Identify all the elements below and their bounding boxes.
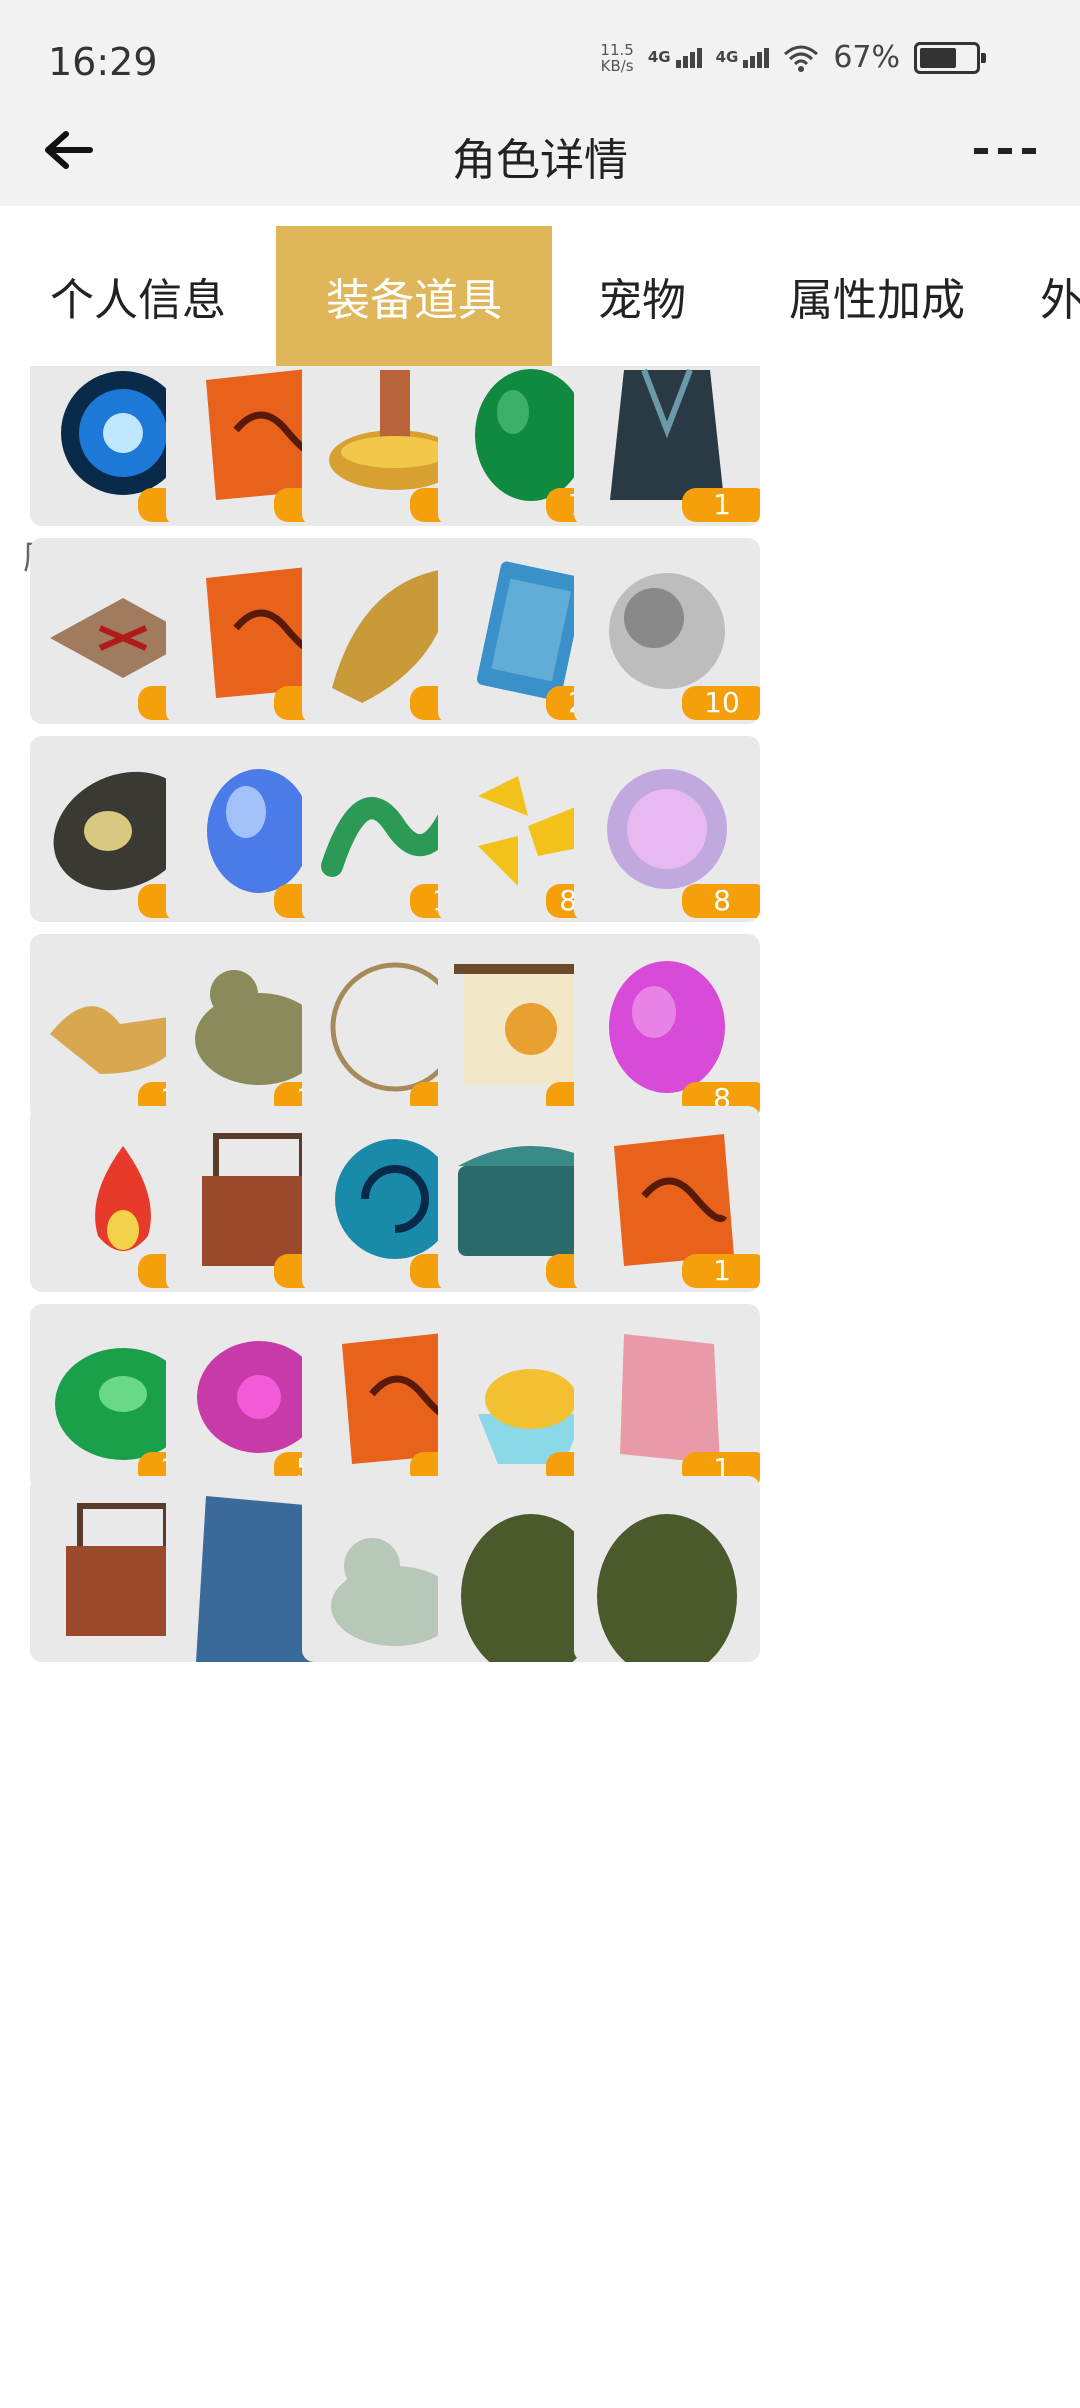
battery-icon — [914, 41, 986, 74]
tab-more[interactable]: 外 — [1040, 226, 1080, 366]
item-tile[interactable]: 8 — [574, 736, 760, 922]
item-grid: 1图谱·裂魂衣服1芸琪1阅历探索包1悬山顶式1小队 • 秘宝符2历练秘境传送门1… — [0, 366, 1080, 2408]
item-tile[interactable]: 10 — [574, 538, 760, 724]
battery-percent: 67% — [833, 40, 900, 75]
item-count-badge: 8 — [682, 884, 760, 918]
item-card[interactable] — [566, 1476, 766, 1662]
watermark: @妄想山海交易网 — [778, 2350, 1060, 2394]
watermark-logo-icon — [778, 2355, 812, 2389]
signal-icon-2: 4G — [716, 47, 770, 68]
dragon-egg-icon — [597, 1514, 737, 1662]
tab-pets[interactable]: 宠物 — [552, 226, 732, 366]
item-tile[interactable]: 1 — [574, 1304, 760, 1490]
item-tile[interactable]: 1 — [574, 366, 760, 526]
status-time: 16:29 — [48, 40, 158, 84]
item-tile[interactable] — [574, 1476, 760, 1662]
page-title: 角色详情 — [452, 135, 628, 186]
signal-icon-1: 4G — [648, 47, 702, 68]
item-count-badge: 10 — [682, 686, 760, 720]
more-options-icon[interactable] — [970, 124, 1040, 176]
item-count-badge: 1 — [682, 1254, 760, 1288]
wifi-icon — [784, 45, 819, 72]
nav-bar: 角色详情 — [0, 100, 1080, 206]
item-tile[interactable]: 1 — [574, 1106, 760, 1292]
tab-attributes[interactable]: 属性加成 — [732, 226, 1022, 366]
item-count-badge: 1 — [682, 488, 760, 522]
item-tile[interactable]: 8 — [574, 934, 760, 1120]
status-icons: 11.5 KB/s 4G 4G 67% — [600, 40, 986, 75]
network-speed: 11.5 KB/s — [600, 40, 634, 75]
tab-equipment[interactable]: 装备道具 — [276, 226, 552, 366]
tab-personal-info[interactable]: 个人信息 — [0, 226, 276, 366]
tab-bar: 个人信息 装备道具 宠物 属性加成 外 — [0, 206, 1080, 366]
